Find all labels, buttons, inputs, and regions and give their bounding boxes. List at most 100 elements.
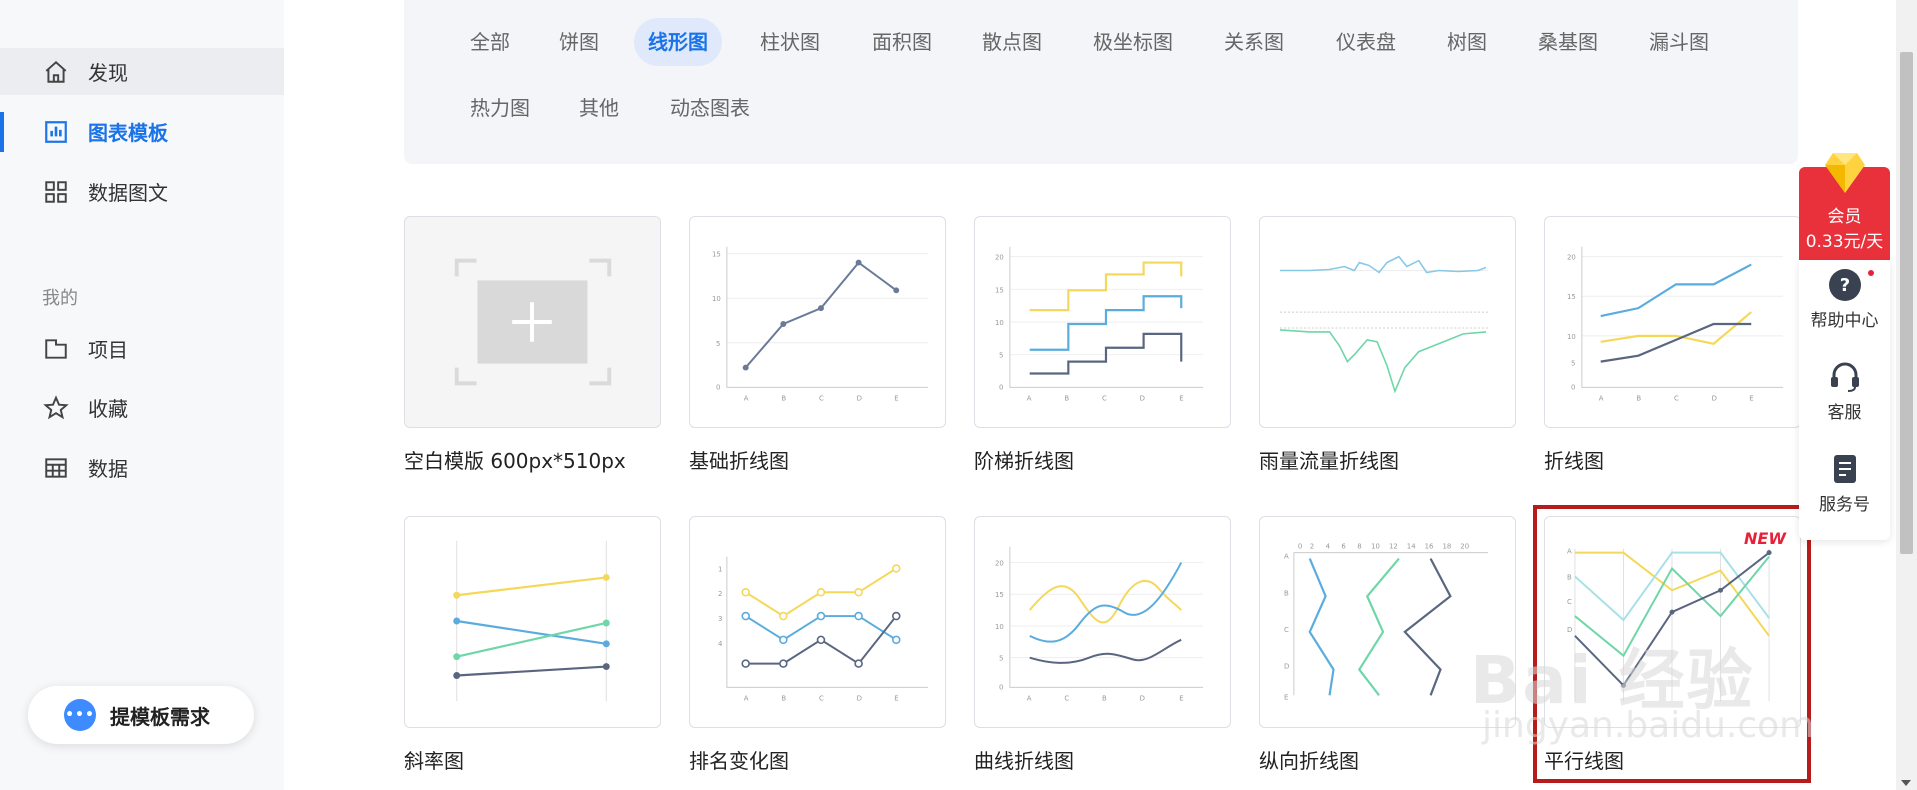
sidebar-item-discover[interactable]: 发现 [0,48,284,95]
svg-text:10: 10 [995,623,1004,631]
blank-template-thumbnail [454,258,612,386]
filter-tag-pie[interactable]: 饼图 [545,18,613,66]
app-root: 发现 图表模板 数据图文 我的 项目 收藏 数据 ••• 提模板需求 全部 饼图… [0,0,1917,790]
float-body: ? 帮助中心 客服 服务号 [1799,260,1890,540]
svg-text:D: D [1567,626,1572,634]
svg-text:E: E [1749,394,1753,402]
basic-line-thumbnail: 15 10 5 0 A B C D E [712,246,928,402]
filter-tag-other[interactable]: 其他 [565,84,633,132]
svg-text:B: B [1102,694,1107,702]
table-icon [42,454,70,482]
filter-tag-heatmap[interactable]: 热力图 [456,84,544,132]
svg-text:A: A [744,394,749,402]
filter-tag-line[interactable]: 线形图 [634,18,722,66]
svg-text:4: 4 [1326,543,1331,551]
svg-text:A: A [1027,394,1032,402]
sidebar-item-data[interactable]: 数据 [0,444,284,491]
sidebar-item-chart-templates[interactable]: 图表模板 [0,108,284,155]
sidebar-item-projects[interactable]: 项目 [0,325,284,372]
svg-text:C: C [1567,598,1572,606]
svg-text:3: 3 [718,615,722,623]
svg-text:15: 15 [995,591,1004,599]
svg-text:20: 20 [1567,254,1576,262]
filter-tag-polar[interactable]: 极坐标图 [1079,18,1187,66]
notification-dot [1868,270,1874,276]
svg-text:15: 15 [712,251,721,259]
help-center-label: 帮助中心 [1810,311,1879,331]
svg-text:A: A [1284,553,1289,561]
official-account-label: 服务号 [1819,495,1870,515]
filter-tag-gauge[interactable]: 仪表盘 [1322,18,1410,66]
filter-tag-all[interactable]: 全部 [456,18,524,66]
filter-tag-scatter[interactable]: 散点图 [968,18,1056,66]
svg-text:E: E [894,694,898,702]
filter-tag-area[interactable]: 面积图 [858,18,946,66]
filter-tag-funnel[interactable]: 漏斗图 [1635,18,1723,66]
folder-icon [42,335,70,363]
filter-tag-sankey[interactable]: 桑基图 [1524,18,1612,66]
new-badge: NEW [1744,529,1786,548]
template-card-rainfall-flow-line[interactable] [1259,216,1516,428]
svg-text:B: B [781,694,786,702]
scrollbar-thumb[interactable] [1900,52,1913,554]
template-title: 折线图 [1544,449,1604,473]
svg-text:E: E [1179,394,1183,402]
template-card-rank-change[interactable]: 1 2 3 4 A B C D E [689,516,946,728]
svg-text:B: B [1064,394,1069,402]
request-template-button[interactable]: ••• 提模板需求 [28,686,254,744]
filter-tag-bar[interactable]: 柱状图 [746,18,834,66]
vertical-line-thumbnail: 0 2 4 6 8 10 12 14 16 18 20 A B C D E [1284,543,1489,701]
template-card-line[interactable]: 20 15 10 5 0 A B C D E [1544,216,1801,428]
svg-text:0: 0 [999,383,1003,391]
template-card-blank[interactable] [404,216,661,428]
svg-text:A: A [1567,548,1572,556]
svg-text:5: 5 [999,655,1003,663]
template-card-slope[interactable] [404,516,661,728]
svg-text:5: 5 [999,352,1003,360]
svg-text:0: 0 [716,383,720,391]
svg-text:8: 8 [1357,543,1361,551]
page-scrollbar[interactable] [1896,0,1917,790]
svg-text:15: 15 [995,286,1004,294]
svg-text:16: 16 [1425,543,1434,551]
step-line-thumbnail: 20 15 10 5 0 A B C D E [995,246,1204,402]
help-center-button[interactable]: ? 帮助中心 [1799,260,1890,344]
sidebar-item-favorites[interactable]: 收藏 [0,384,284,431]
filter-tag-tree[interactable]: 树图 [1433,18,1501,66]
svg-text:A: A [1027,694,1032,702]
document-icon [1833,455,1856,483]
help-icon: ? [1828,269,1861,301]
svg-text:5: 5 [716,340,720,348]
template-title: 曲线折线图 [974,749,1074,773]
svg-text:5: 5 [1571,360,1575,368]
template-title: 阶梯折线图 [974,449,1074,473]
svg-text:14: 14 [1407,543,1416,551]
template-card-vertical-line[interactable]: 0 2 4 6 8 10 12 14 16 18 20 A B C D E [1259,516,1516,728]
rank-change-thumbnail: 1 2 3 4 A B C D E [718,556,928,702]
svg-text:15: 15 [1567,293,1576,301]
svg-text:B: B [1284,589,1289,597]
section-title-mine: 我的 [42,288,78,309]
filter-tag-relation[interactable]: 关系图 [1210,18,1298,66]
scroll-down-arrow-icon[interactable] [1901,780,1911,786]
vip-button[interactable]: 会员 0.33元/天 [1799,153,1890,260]
template-card-curve-line[interactable]: 20 15 10 5 0 A C B D E [974,516,1231,728]
official-account-button[interactable]: 服务号 [1799,444,1890,528]
filter-tag-animated[interactable]: 动态图表 [656,84,764,132]
template-card-parallel[interactable]: A B C D NEW [1544,516,1801,728]
star-icon [42,394,70,422]
template-card-basic-line[interactable]: 15 10 5 0 A B C D E [689,216,946,428]
sidebar: 发现 图表模板 数据图文 我的 项目 收藏 数据 ••• 提模板需求 [0,0,284,790]
svg-text:0: 0 [1298,543,1302,551]
svg-text:E: E [894,394,898,402]
parallel-chart-thumbnail: A B C D [1567,548,1772,702]
svg-text:0: 0 [1571,383,1575,391]
vip-price: 0.33元/天 [1805,232,1884,252]
template-card-step-line[interactable]: 20 15 10 5 0 A B C D E [974,216,1231,428]
template-title: 雨量流量折线图 [1259,449,1399,473]
sidebar-item-data-articles[interactable]: 数据图文 [0,168,284,215]
svg-text:0: 0 [999,683,1003,691]
grid-icon [42,178,70,206]
customer-service-button[interactable]: 客服 [1799,352,1890,436]
svg-text:D: D [1284,663,1289,671]
